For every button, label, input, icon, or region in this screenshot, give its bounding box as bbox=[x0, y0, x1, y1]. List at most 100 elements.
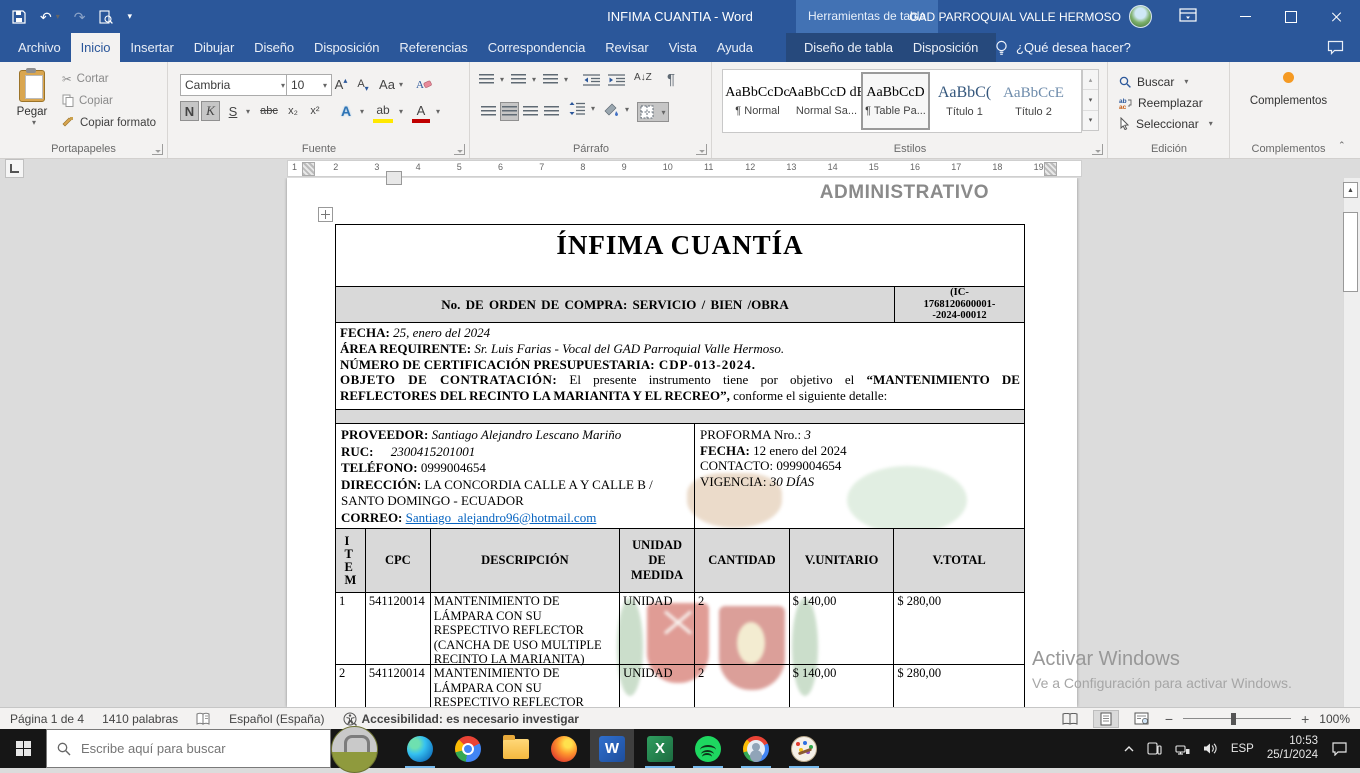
maximize-button[interactable] bbox=[1268, 0, 1314, 33]
scrollbar-thumb[interactable] bbox=[1343, 212, 1358, 292]
tab-archivo[interactable]: Archivo bbox=[8, 33, 71, 62]
find-button[interactable]: Buscar bbox=[1119, 72, 1188, 91]
clipboard-dialog-launcher-icon[interactable] bbox=[152, 144, 163, 155]
paste-button[interactable]: Pegar bbox=[10, 70, 54, 136]
grow-font-button[interactable]: A▴ bbox=[331, 74, 351, 94]
tray-chevron-icon[interactable] bbox=[1124, 745, 1134, 752]
shading-button[interactable] bbox=[603, 102, 629, 116]
correo-link[interactable]: Santiago_alejandro96@hotmail.com bbox=[406, 510, 597, 525]
multilevel-list-button[interactable] bbox=[543, 74, 568, 85]
zoom-in-icon[interactable]: + bbox=[1301, 711, 1309, 727]
align-center-button[interactable] bbox=[500, 102, 519, 121]
table-move-handle[interactable] bbox=[318, 207, 333, 222]
search-input[interactable] bbox=[79, 740, 283, 757]
highlight-button[interactable]: ab bbox=[373, 101, 393, 123]
sort-button[interactable]: A↓Z bbox=[634, 72, 652, 83]
clear-formatting-button[interactable]: A bbox=[413, 74, 435, 94]
tab-disposicion[interactable]: Disposición bbox=[304, 33, 389, 62]
ribbon-display-options-icon[interactable] bbox=[1178, 7, 1198, 25]
left-indent-marker[interactable] bbox=[302, 162, 315, 176]
styles-scroll-down-icon[interactable]: ▾ bbox=[1083, 89, 1098, 110]
tab-disposicion-tabla[interactable]: Disposición bbox=[903, 33, 988, 62]
document-page[interactable]: ADMINISTRATIVO ÍNFIMA CUANTÍA No. DE ORD… bbox=[287, 178, 1077, 707]
tab-dibujar[interactable]: Dibujar bbox=[184, 33, 244, 62]
taskbar-chrome-profile[interactable] bbox=[734, 729, 778, 768]
network-icon[interactable] bbox=[1175, 743, 1190, 755]
horizontal-ruler[interactable]: 12345678910111213141516171819 bbox=[287, 160, 1082, 177]
close-button[interactable] bbox=[1314, 0, 1360, 33]
zoom-level[interactable]: 100% bbox=[1319, 712, 1350, 726]
taskbar-chrome[interactable] bbox=[446, 729, 490, 768]
vertical-scrollbar[interactable]: ▲ bbox=[1343, 178, 1360, 707]
italic-button[interactable]: K bbox=[201, 101, 220, 121]
styles-scroll-up-icon[interactable]: ▴ bbox=[1083, 70, 1098, 89]
print-layout-icon[interactable] bbox=[1093, 710, 1119, 728]
notification-center-icon[interactable] bbox=[1331, 741, 1348, 756]
taskbar-explorer[interactable] bbox=[494, 729, 538, 768]
word-count[interactable]: 1410 palabras bbox=[102, 712, 178, 726]
zoom-slider-thumb[interactable] bbox=[1231, 713, 1236, 725]
text-effects-button[interactable]: A bbox=[337, 101, 355, 121]
text-effects-dropdown-icon[interactable] bbox=[360, 107, 364, 116]
language-tray-indicator[interactable]: ESP bbox=[1231, 743, 1254, 755]
decrease-indent-button[interactable] bbox=[583, 74, 600, 86]
proofing-icon[interactable] bbox=[196, 712, 211, 726]
taskbar-paint[interactable] bbox=[782, 729, 826, 768]
collapse-ribbon-icon[interactable]: ⌃ bbox=[1338, 140, 1346, 151]
right-indent-marker[interactable] bbox=[1044, 162, 1057, 176]
shrink-font-button[interactable]: A▾ bbox=[353, 74, 373, 94]
bold-button[interactable]: N bbox=[180, 101, 199, 121]
align-right-button[interactable] bbox=[521, 102, 540, 121]
justify-button[interactable] bbox=[542, 102, 561, 121]
taskbar-edge[interactable] bbox=[398, 729, 442, 768]
touch-keyboard-icon[interactable] bbox=[1147, 742, 1162, 755]
subscript-button[interactable]: x₂ bbox=[283, 101, 303, 121]
font-color-button[interactable]: A bbox=[412, 101, 430, 123]
style-titulo-1[interactable]: AaBbC( Título 1 bbox=[930, 72, 999, 130]
bullet-list-button[interactable] bbox=[479, 74, 504, 85]
tab-insertar[interactable]: Insertar bbox=[120, 33, 183, 62]
taskbar-firefox[interactable] bbox=[542, 729, 586, 768]
font-size-combobox[interactable]: 10 bbox=[286, 74, 332, 96]
select-button[interactable]: Seleccionar bbox=[1119, 114, 1213, 133]
show-marks-button[interactable]: ¶ bbox=[667, 71, 675, 88]
account-block[interactable]: GAD PARROQUIAL VALLE HERMOSO bbox=[909, 0, 1152, 33]
underline-button[interactable]: S bbox=[225, 101, 241, 121]
style-normal-sa[interactable]: AaBbCcD dE Normal Sa... bbox=[792, 72, 861, 130]
align-left-button[interactable] bbox=[479, 102, 498, 121]
style-table-paragraph[interactable]: AaBbCcD ¶ Table Pa... bbox=[861, 72, 930, 130]
tab-inicio[interactable]: Inicio bbox=[71, 33, 121, 62]
table-column-marker[interactable] bbox=[386, 171, 402, 185]
style-normal[interactable]: AaBbCcDc ¶ Normal bbox=[723, 72, 792, 130]
styles-more-icon[interactable]: ▾ bbox=[1083, 111, 1098, 130]
paste-dropdown-icon[interactable] bbox=[32, 118, 36, 127]
clock[interactable]: 10:53 25/1/2024 bbox=[1267, 735, 1318, 762]
addins-button[interactable]: Complementos bbox=[1231, 72, 1346, 107]
page-indicator[interactable]: Página 1 de 4 bbox=[10, 712, 84, 726]
strikethrough-button[interactable]: abc bbox=[257, 101, 281, 121]
style-titulo-2[interactable]: AaBbCcE Título 2 bbox=[999, 72, 1068, 130]
line-spacing-button[interactable] bbox=[569, 102, 595, 115]
zoom-out-icon[interactable]: − bbox=[1165, 711, 1173, 727]
tell-me-box[interactable]: ¿Qué desea hacer? bbox=[995, 33, 1131, 62]
tab-ayuda[interactable]: Ayuda bbox=[707, 33, 763, 62]
avatar[interactable] bbox=[1129, 5, 1152, 28]
taskbar-excel[interactable]: X bbox=[638, 729, 682, 768]
format-painter-button[interactable]: Copiar formato bbox=[62, 116, 156, 129]
feedback-icon[interactable] bbox=[1327, 40, 1344, 60]
font-dialog-launcher-icon[interactable] bbox=[454, 144, 465, 155]
web-layout-icon[interactable] bbox=[1129, 710, 1155, 728]
styles-dialog-launcher-icon[interactable] bbox=[1092, 144, 1103, 155]
zoom-slider[interactable] bbox=[1183, 718, 1291, 720]
language-indicator[interactable]: Español (España) bbox=[229, 712, 324, 726]
minimize-button[interactable] bbox=[1222, 0, 1268, 33]
change-case-button[interactable]: Aa bbox=[377, 74, 405, 94]
taskbar-word[interactable]: W bbox=[590, 729, 634, 768]
paragraph-dialog-launcher-icon[interactable] bbox=[696, 144, 707, 155]
increase-indent-button[interactable] bbox=[608, 74, 625, 86]
underline-dropdown-icon[interactable] bbox=[246, 107, 250, 116]
highlight-dropdown-icon[interactable] bbox=[399, 107, 403, 116]
borders-button[interactable] bbox=[637, 102, 669, 122]
start-button[interactable] bbox=[0, 729, 46, 768]
tab-stop-selector[interactable] bbox=[5, 159, 24, 178]
